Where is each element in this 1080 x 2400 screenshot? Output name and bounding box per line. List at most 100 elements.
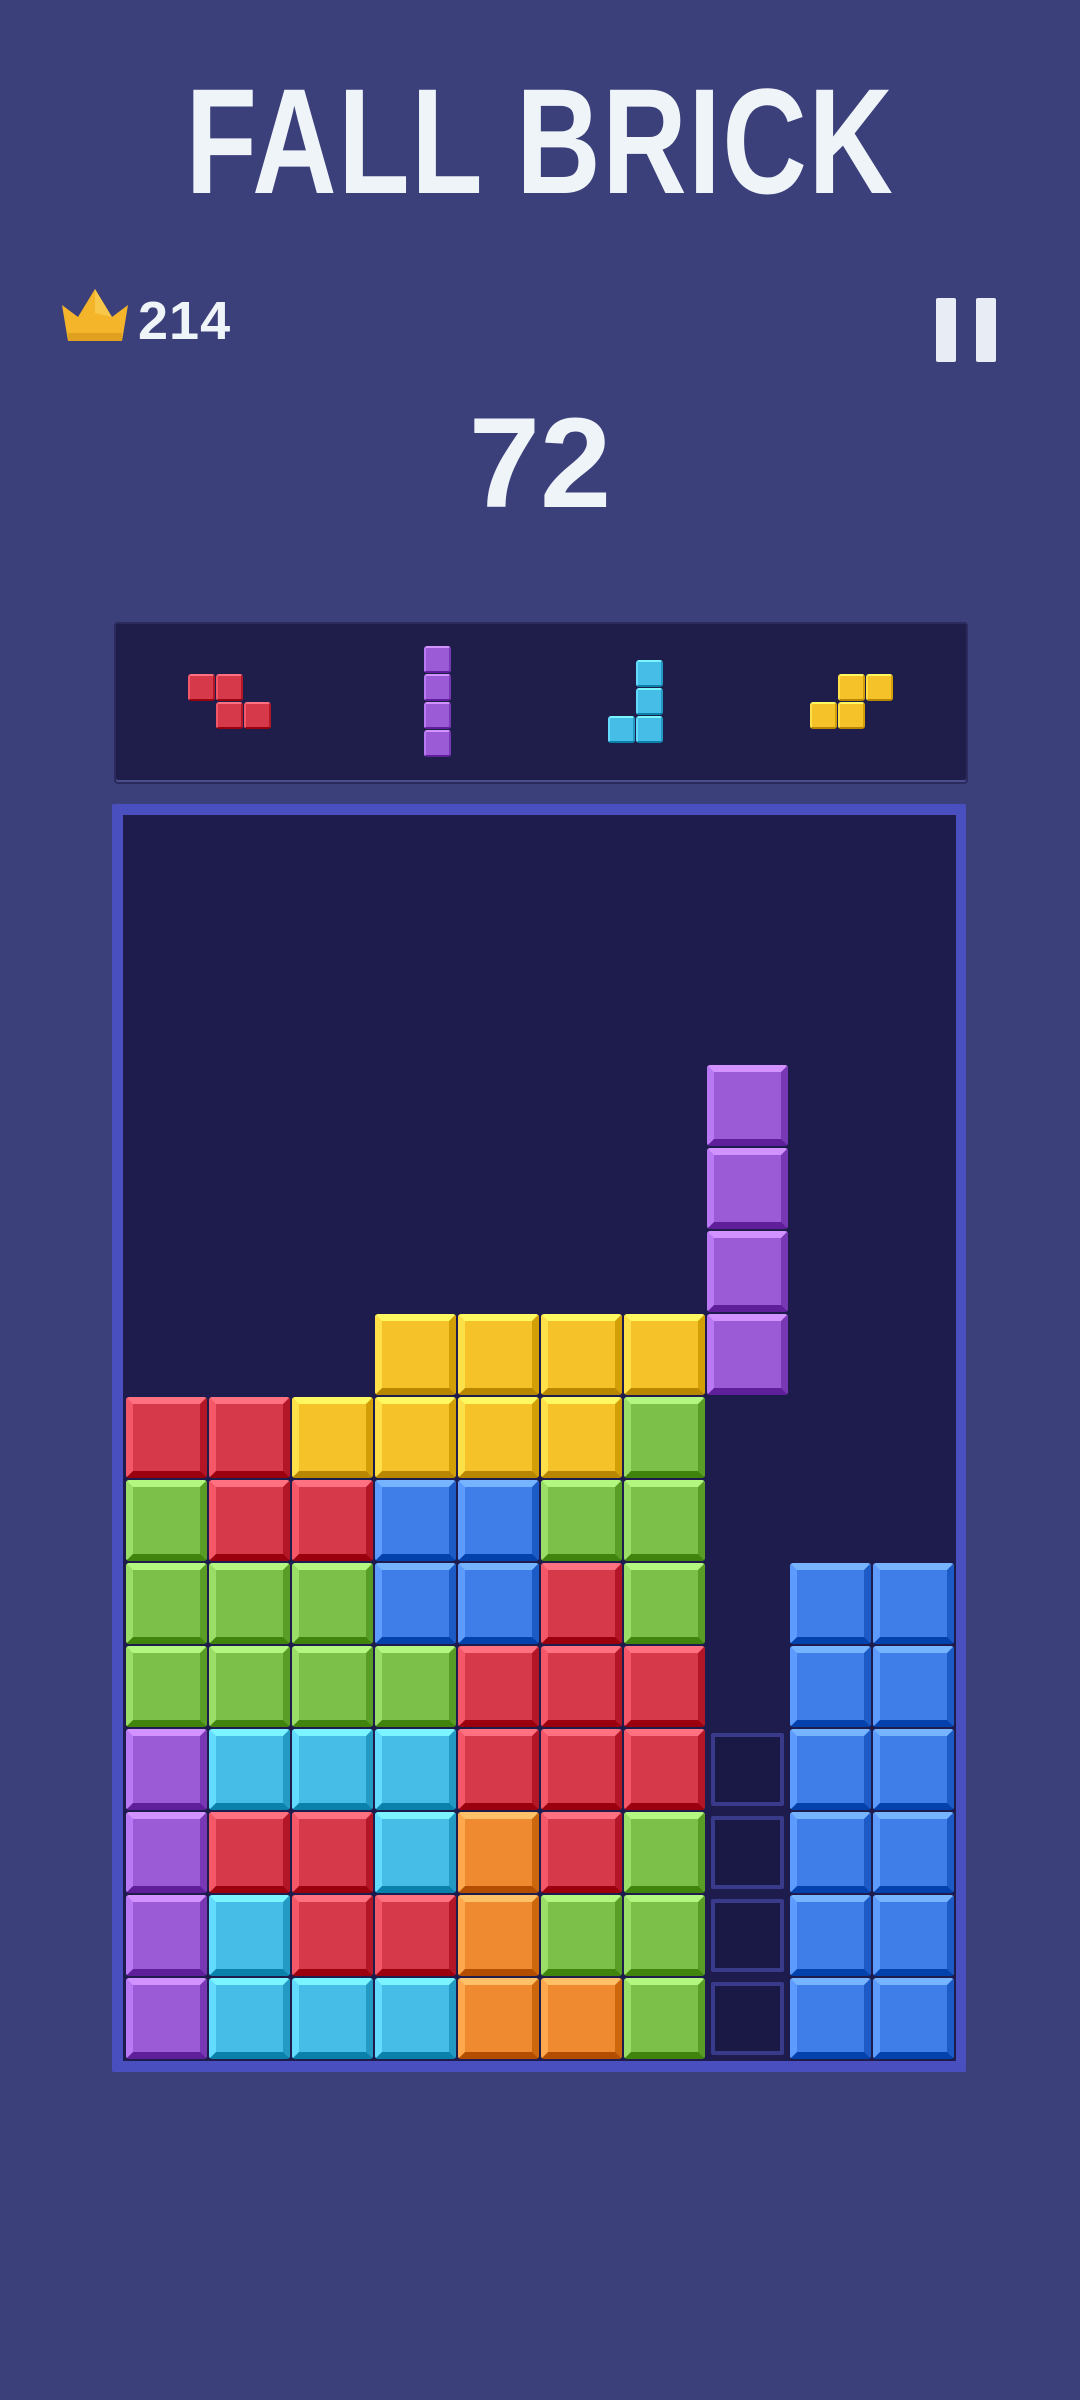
board-block bbox=[541, 1729, 622, 1810]
ghost-block bbox=[711, 1816, 784, 1889]
board-block bbox=[790, 1895, 871, 1976]
board-block bbox=[209, 1978, 290, 2059]
next-piece-block bbox=[636, 716, 663, 743]
board-block bbox=[209, 1563, 290, 1644]
board-block bbox=[209, 1480, 290, 1561]
next-piece-block bbox=[636, 660, 663, 687]
next-piece-block bbox=[608, 716, 635, 743]
board-block bbox=[624, 1895, 705, 1976]
board-block bbox=[292, 1397, 373, 1478]
board-block bbox=[541, 1563, 622, 1644]
board-block bbox=[624, 1646, 705, 1727]
board-block bbox=[458, 1729, 539, 1810]
next-piece-block bbox=[810, 702, 837, 729]
board-block bbox=[375, 1646, 456, 1727]
next-piece-block bbox=[424, 730, 451, 757]
board-block bbox=[292, 1729, 373, 1810]
board-block bbox=[458, 1978, 539, 2059]
board-block bbox=[292, 1812, 373, 1893]
pause-icon bbox=[936, 298, 956, 362]
board-block bbox=[458, 1314, 539, 1395]
board-block bbox=[873, 1895, 954, 1976]
board-block bbox=[458, 1397, 539, 1478]
board-block bbox=[624, 1563, 705, 1644]
board-block bbox=[126, 1646, 207, 1727]
next-piece-block bbox=[216, 702, 243, 729]
board-block bbox=[375, 1480, 456, 1561]
board-block bbox=[541, 1978, 622, 2059]
next-piece-block bbox=[216, 674, 243, 701]
board-block bbox=[375, 1563, 456, 1644]
falling-piece-block bbox=[707, 1065, 788, 1146]
board-block bbox=[624, 1480, 705, 1561]
pause-button[interactable] bbox=[936, 298, 996, 362]
board-block bbox=[541, 1646, 622, 1727]
board-block bbox=[292, 1563, 373, 1644]
board-block bbox=[541, 1397, 622, 1478]
board-block bbox=[209, 1646, 290, 1727]
board-block bbox=[292, 1480, 373, 1561]
next-piece-block bbox=[838, 702, 865, 729]
next-piece-i bbox=[424, 646, 452, 758]
board-block bbox=[541, 1314, 622, 1395]
board-block bbox=[375, 1812, 456, 1893]
board-block bbox=[873, 1978, 954, 2059]
falling-piece-block bbox=[707, 1148, 788, 1229]
falling-piece-block bbox=[707, 1231, 788, 1312]
board-block bbox=[624, 1729, 705, 1810]
board-block bbox=[624, 1314, 705, 1395]
board-block bbox=[292, 1895, 373, 1976]
board-block bbox=[458, 1563, 539, 1644]
board-block bbox=[624, 1812, 705, 1893]
board-block bbox=[624, 1978, 705, 2059]
board-block bbox=[375, 1978, 456, 2059]
board-block bbox=[375, 1314, 456, 1395]
ghost-block bbox=[711, 1899, 784, 1972]
next-piece-block bbox=[188, 674, 215, 701]
board-block bbox=[126, 1978, 207, 2059]
game-board[interactable] bbox=[123, 815, 956, 2061]
ghost-block bbox=[711, 1733, 784, 1806]
board-block bbox=[790, 1563, 871, 1644]
best-score: 214 bbox=[138, 291, 232, 351]
next-piece-block bbox=[424, 646, 451, 673]
current-score: 72 bbox=[468, 392, 612, 535]
next-piece-j bbox=[608, 660, 664, 744]
board-block bbox=[126, 1480, 207, 1561]
board-block bbox=[458, 1812, 539, 1893]
board-block bbox=[209, 1812, 290, 1893]
board-block bbox=[873, 1563, 954, 1644]
next-piece-block bbox=[866, 674, 893, 701]
board-block bbox=[126, 1563, 207, 1644]
board-block bbox=[790, 1812, 871, 1893]
game-title: FALL BRICK bbox=[185, 57, 895, 225]
next-piece-z bbox=[188, 674, 272, 730]
board-block bbox=[790, 1729, 871, 1810]
crown-icon bbox=[62, 289, 128, 341]
board-block bbox=[126, 1812, 207, 1893]
board-block bbox=[541, 1480, 622, 1561]
board-block bbox=[292, 1646, 373, 1727]
next-piece-s bbox=[810, 674, 894, 730]
board-block bbox=[873, 1812, 954, 1893]
board-block bbox=[375, 1397, 456, 1478]
board-block bbox=[375, 1729, 456, 1810]
next-piece-block bbox=[244, 702, 271, 729]
board-block bbox=[375, 1895, 456, 1976]
board-block bbox=[209, 1397, 290, 1478]
board-block bbox=[126, 1729, 207, 1810]
ghost-block bbox=[711, 1982, 784, 2055]
board-block bbox=[458, 1895, 539, 1976]
board-block bbox=[292, 1978, 373, 2059]
board-block bbox=[458, 1480, 539, 1561]
board-block bbox=[790, 1646, 871, 1727]
board-block bbox=[873, 1646, 954, 1727]
next-piece-block bbox=[424, 674, 451, 701]
next-piece-block bbox=[636, 688, 663, 715]
board-block bbox=[790, 1978, 871, 2059]
board-block bbox=[209, 1729, 290, 1810]
falling-piece-block bbox=[707, 1314, 788, 1395]
board-block bbox=[624, 1397, 705, 1478]
board-block bbox=[541, 1895, 622, 1976]
board-block bbox=[458, 1646, 539, 1727]
